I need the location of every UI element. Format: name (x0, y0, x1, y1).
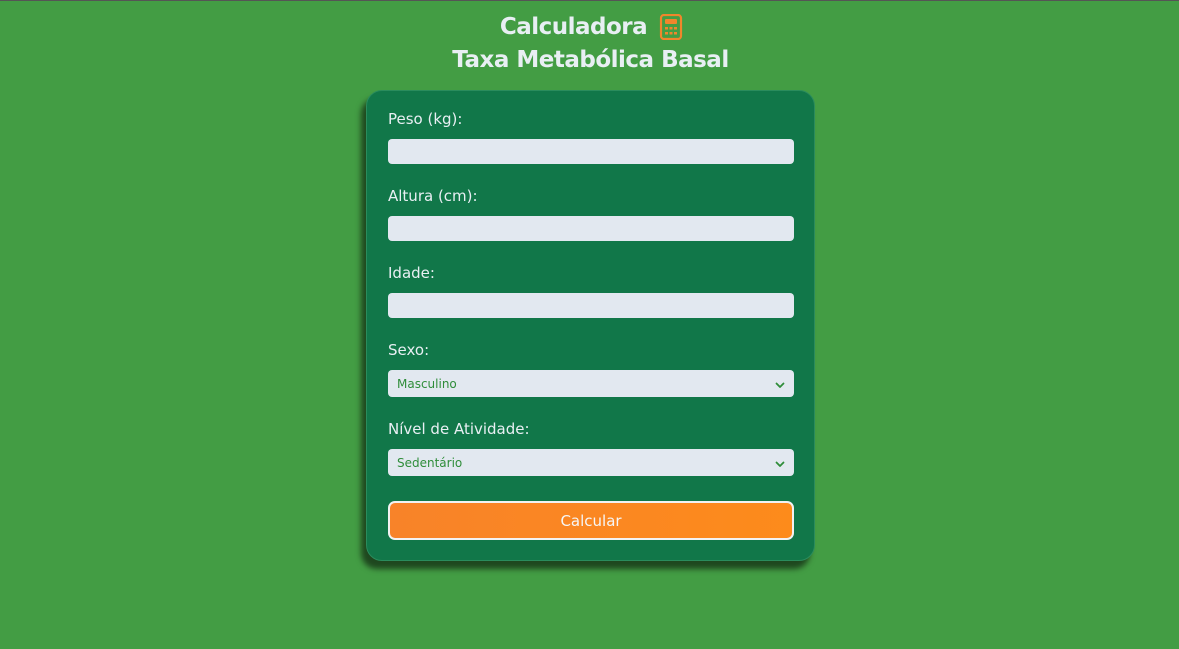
page-subtitle: Taxa Metabólica Basal (452, 47, 729, 73)
age-label: Idade: (388, 264, 435, 282)
activity-select[interactable]: Sedentário (388, 449, 794, 476)
activity-select-value: Sedentário (397, 455, 463, 470)
sex-label: Sexo: (388, 341, 430, 359)
bmr-form-card: Peso (kg): Altura (cm): Idade: Sexo: Mas… (366, 90, 815, 561)
height-input[interactable] (388, 216, 794, 241)
calculator-icon (659, 13, 683, 41)
age-input[interactable] (388, 293, 794, 318)
page-title: Calculadora (499, 14, 648, 40)
title-row: Calculadora (0, 10, 1179, 44)
sex-select[interactable]: Masculino (388, 370, 794, 397)
sex-select-value: Masculino (397, 376, 457, 391)
weight-input[interactable] (388, 139, 794, 164)
calculate-button[interactable]: Calcular (388, 501, 794, 540)
chevron-down-icon (775, 379, 785, 389)
chevron-down-icon (775, 458, 785, 468)
height-label: Altura (cm): (388, 187, 478, 205)
activity-label: Nível de Atividade: (388, 420, 530, 438)
weight-label: Peso (kg): (388, 110, 463, 128)
